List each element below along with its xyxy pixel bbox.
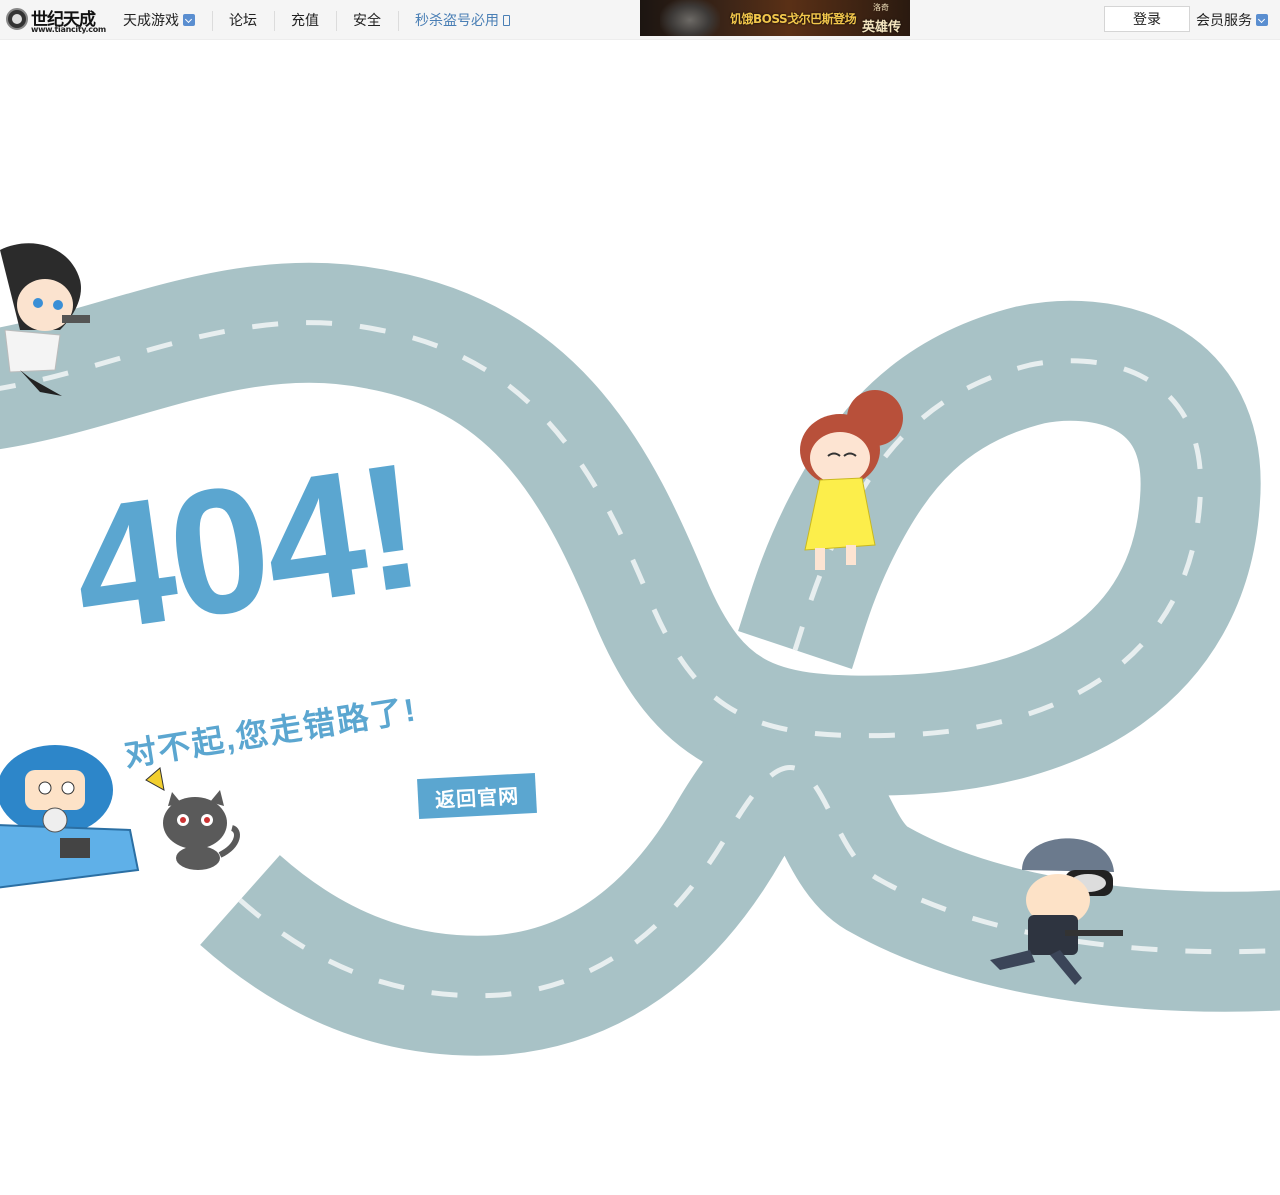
- back-to-home-button[interactable]: 返回官网: [417, 772, 537, 820]
- top-navigation-bar: 世纪天成 www.tiancity.com 天成游戏 论坛 充值 安全 秒杀盗号…: [0, 0, 1280, 40]
- nav-item-label: 秒杀盗号必用: [415, 13, 499, 29]
- nav-item-recharge[interactable]: 充值: [274, 0, 336, 40]
- nav-item-security[interactable]: 安全: [336, 0, 398, 40]
- logo-url: www.tiancity.com: [31, 25, 106, 34]
- logo-emblem-icon: [6, 8, 28, 30]
- login-button[interactable]: 登录: [1104, 6, 1190, 32]
- error-scene: 404! 对不起,您走错路了! 返回官网: [0, 40, 1280, 1195]
- phone-icon: [503, 14, 510, 26]
- member-service-label: 会员服务: [1196, 13, 1252, 29]
- nav-item-forum[interactable]: 论坛: [212, 0, 274, 40]
- nav-item-anti-theft[interactable]: 秒杀盗号必用: [398, 0, 527, 40]
- boss-character-icon: [660, 0, 720, 36]
- gray-cat-character-icon: [145, 767, 240, 870]
- banner-brand: 英雄传: [862, 20, 902, 35]
- chevron-down-icon: [1256, 14, 1268, 26]
- nav-item-label: 安全: [353, 13, 381, 29]
- robot-kart-character-icon: [0, 745, 140, 889]
- road-lower: [200, 707, 1280, 1056]
- chevron-down-icon: [183, 14, 195, 26]
- nav-item-label: 天成游戏: [123, 13, 179, 29]
- banner-brand-small: 洛奇: [873, 3, 889, 12]
- site-logo[interactable]: 世纪天成 www.tiancity.com: [4, 4, 106, 34]
- error-code: 404!: [61, 424, 431, 670]
- nav-item-label: 充值: [291, 13, 319, 29]
- main-nav: 天成游戏 论坛 充值 安全 秒杀盗号必用: [106, 0, 527, 40]
- nav-item-label: 论坛: [229, 13, 257, 29]
- member-service-menu[interactable]: 会员服务: [1196, 0, 1268, 40]
- banner-text: 饥饿BOSS戈尔巴斯登场: [730, 12, 857, 26]
- game-ad-banner[interactable]: 饥饿BOSS戈尔巴斯登场 洛奇 英雄传: [640, 0, 910, 36]
- nav-item-games[interactable]: 天成游戏: [106, 0, 212, 40]
